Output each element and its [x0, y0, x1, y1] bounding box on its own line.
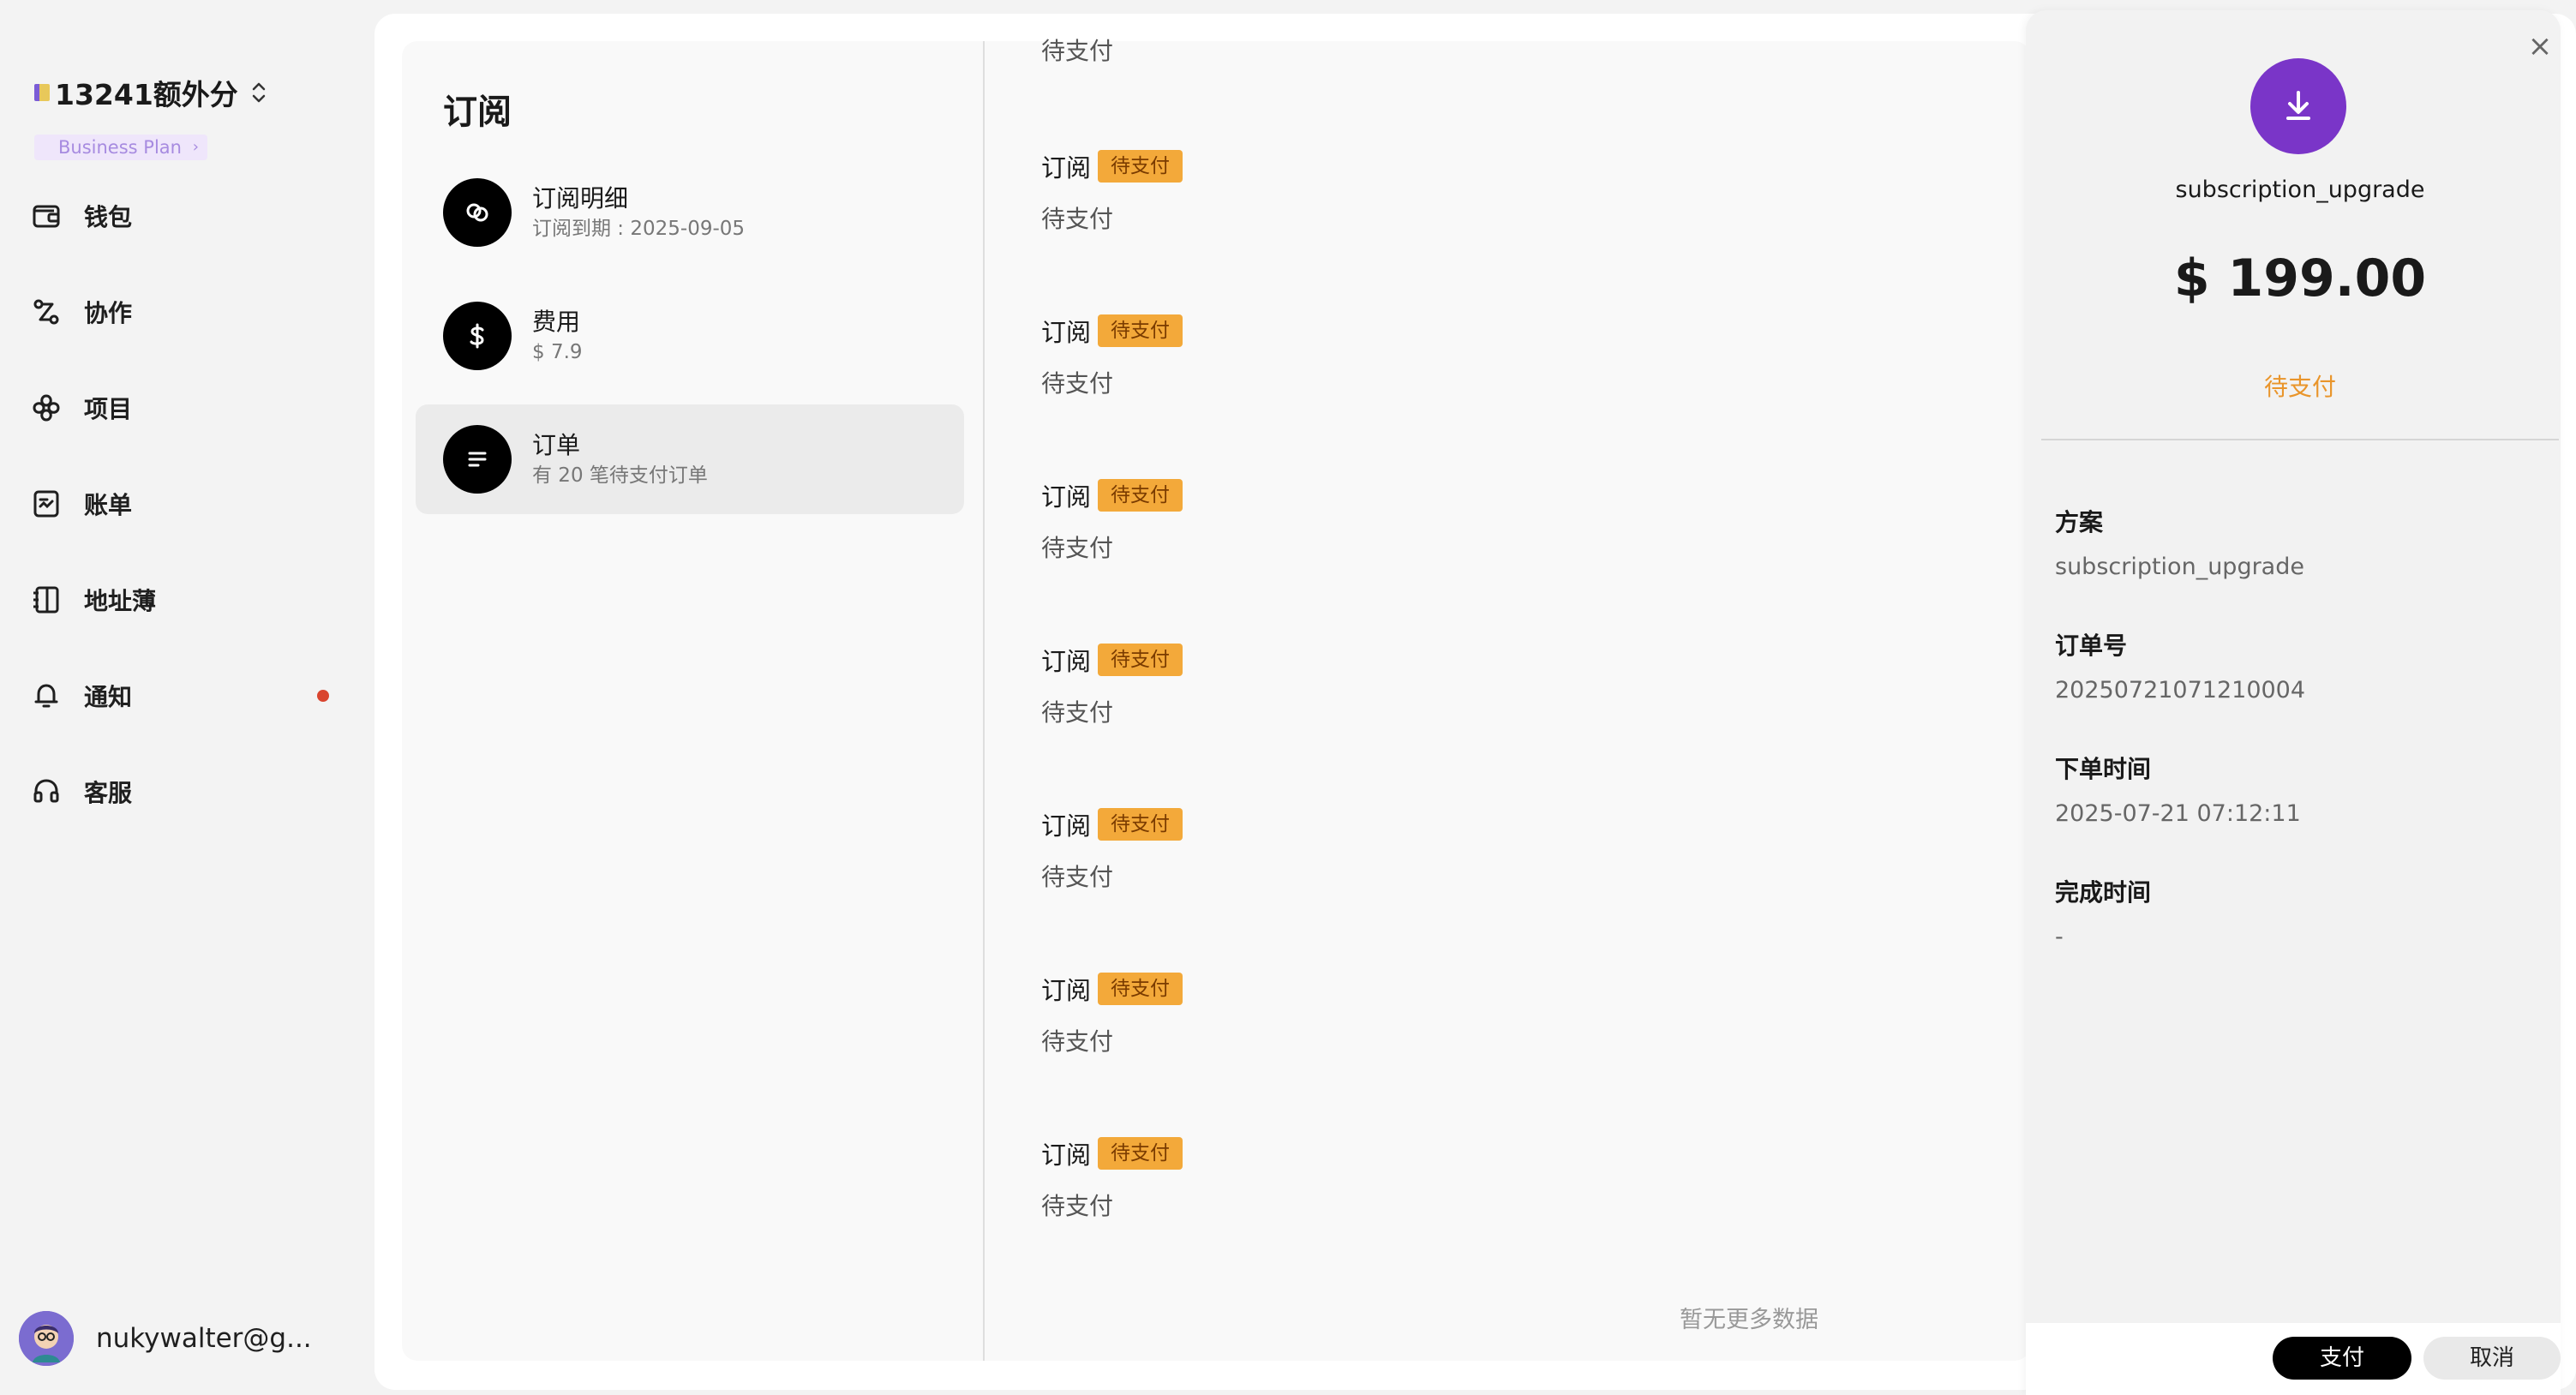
order-type: 订阅 — [1041, 976, 1092, 1005]
workspace-name: 13241额外分 — [55, 78, 238, 111]
menu-item-title: 费用 — [532, 308, 581, 336]
plan-badge[interactable]: Business Plan › — [34, 135, 207, 160]
field-label-complete-time: 完成时间 — [2055, 878, 2152, 907]
headset-icon — [31, 776, 62, 807]
list-item[interactable]: 订阅 待支付 待支付 — [1041, 807, 1555, 893]
sidebar-item-label: 协作 — [84, 299, 133, 327]
sidebar-item-bills[interactable]: 账单 — [31, 456, 339, 552]
sidebar-item-label: 通知 — [84, 683, 133, 711]
order-status: 待支付 — [1041, 534, 1114, 562]
field-value-order-time: 2025-07-21 07:12:11 — [2055, 800, 2301, 827]
order-status: 待支付 — [2263, 373, 2336, 401]
divider — [2041, 439, 2559, 440]
status-badge: 待支付 — [1098, 150, 1183, 183]
status-badge: 待支付 — [1098, 1137, 1183, 1170]
workspace-switcher[interactable]: 13241额外分 — [34, 72, 267, 113]
close-icon[interactable]: × — [2523, 29, 2557, 63]
list-item[interactable]: 订阅 待支付 待支付 — [1041, 972, 1555, 1057]
user-email: nukywalter@g... — [96, 1323, 312, 1354]
sidebar-item-label: 地址薄 — [84, 587, 157, 615]
menu-item-subscription-details[interactable]: 订阅明细 订阅到期 : 2025-09-05 — [416, 158, 964, 267]
order-type: 订阅 — [1041, 1141, 1092, 1170]
field-value-complete-time: - — [2055, 924, 2064, 950]
status-badge: 待支付 — [1098, 314, 1183, 347]
sidebar-item-notifications[interactable]: 通知 — [31, 648, 339, 744]
list-item[interactable]: 订阅 待支付 待支付 — [1041, 1136, 1555, 1222]
sidebar-item-label: 项目 — [84, 395, 133, 423]
link-icon — [443, 178, 512, 247]
sidebar-item-wallet[interactable]: 钱包 — [31, 168, 339, 264]
sidebar-item-label: 客服 — [84, 779, 133, 807]
sidebar-item-address-book[interactable]: 地址薄 — [31, 552, 339, 648]
sidebar-item-label: 钱包 — [84, 203, 133, 231]
status-badge: 待支付 — [1098, 644, 1183, 676]
order-status: 待支付 — [1041, 1192, 1114, 1220]
order-status: 待支付 — [1041, 37, 1114, 65]
field-label-order-number: 订单号 — [2055, 632, 2128, 660]
field-value-order-number: 20250721071210004 — [2055, 677, 2306, 703]
bell-icon — [31, 680, 62, 711]
field-label-plan: 方案 — [2055, 508, 2104, 536]
order-type: 订阅 — [1041, 318, 1092, 347]
sidebar-item-label: 账单 — [84, 491, 133, 519]
sidebar-item-collaboration[interactable]: 协作 — [31, 264, 339, 360]
cancel-button[interactable]: 取消 — [2423, 1337, 2561, 1380]
field-value-plan: subscription_upgrade — [2055, 554, 2304, 580]
page-title: 订阅 — [443, 93, 512, 132]
pay-button[interactable]: 支付 — [2273, 1337, 2411, 1380]
plan-label: Business Plan — [58, 137, 182, 158]
wallet-icon — [31, 201, 62, 231]
status-badge: 待支付 — [1098, 808, 1183, 841]
menu-item-title: 订单 — [532, 431, 581, 459]
sidebar-item-projects[interactable]: 项目 — [31, 360, 339, 456]
workspace-logo-icon — [34, 84, 50, 101]
sidebar-nav: 钱包 协作 项目 账单 地址薄 通知 客服 — [31, 168, 339, 840]
field-label-order-time: 下单时间 — [2055, 755, 2152, 783]
download-icon — [2250, 58, 2346, 154]
bill-icon — [31, 488, 62, 519]
list-item[interactable]: 订阅 待支付 待支付 — [1041, 643, 1555, 728]
order-status: 待支付 — [1041, 369, 1114, 398]
order-status: 待支付 — [1041, 205, 1114, 233]
dollar-icon — [443, 302, 512, 370]
order-status: 待支付 — [1041, 698, 1114, 727]
project-icon — [31, 392, 62, 423]
chevron-right-icon: › — [192, 138, 199, 156]
chevron-up-down-icon[interactable] — [250, 81, 267, 105]
order-type: 订阅 — [1041, 153, 1092, 183]
menu-item-fees[interactable]: 费用 $ 7.9 — [416, 281, 964, 391]
list-item[interactable]: 订阅 待支付 待支付 — [1041, 314, 1555, 399]
status-badge: 待支付 — [1098, 479, 1183, 512]
no-more-data: 暂无更多数据 — [1680, 1307, 1818, 1333]
order-amount: $ 199.00 — [2173, 248, 2427, 308]
order-status: 待支付 — [1041, 863, 1114, 891]
order-name: subscription_upgrade — [2175, 177, 2425, 203]
avatar — [19, 1311, 74, 1366]
order-type: 订阅 — [1041, 647, 1092, 676]
order-type: 订阅 — [1041, 811, 1092, 841]
menu-item-orders[interactable]: 订单 有 20 笔待支付订单 — [416, 404, 964, 514]
status-badge: 待支付 — [1098, 973, 1183, 1005]
sidebar-item-support[interactable]: 客服 — [31, 744, 339, 840]
menu-item-subtitle: 订阅到期 : 2025-09-05 — [532, 218, 746, 240]
notification-dot — [317, 690, 329, 702]
order-status: 待支付 — [1041, 1027, 1114, 1056]
menu-item-subtitle: 有 20 笔待支付订单 — [532, 464, 708, 487]
list-item[interactable]: 订阅 待支付 待支付 — [1041, 478, 1555, 564]
list-icon — [443, 425, 512, 494]
menu-item-title: 订阅明细 — [532, 184, 629, 213]
user-profile[interactable]: nukywalter@g... — [19, 1311, 312, 1366]
address-book-icon — [31, 584, 62, 615]
order-type: 订阅 — [1041, 482, 1092, 512]
subscription-menu: 订阅 订阅明细 订阅到期 : 2025-09-05 费用 $ 7.9 订单 有 … — [402, 41, 985, 1361]
sidebar: 13241额外分 Business Plan › 钱包 协作 项目 账单 地址薄… — [0, 0, 368, 1395]
list-item[interactable]: 订阅 待支付 待支付 — [1041, 149, 1555, 235]
menu-item-subtitle: $ 7.9 — [532, 341, 583, 363]
collaboration-icon — [31, 296, 62, 327]
